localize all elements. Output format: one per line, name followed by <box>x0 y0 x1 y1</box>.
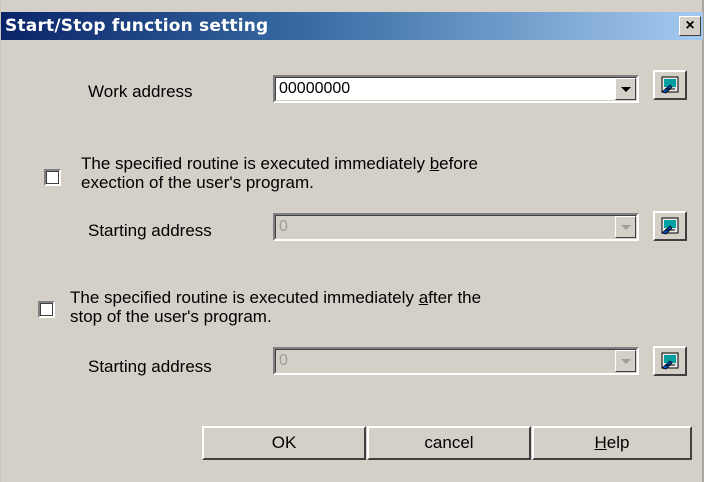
cancel-button[interactable]: cancel <box>367 426 531 460</box>
after-starting-address-combo: 0 <box>273 347 639 375</box>
work-address-combo[interactable]: 00000000 <box>273 75 639 103</box>
close-button[interactable]: × <box>679 16 701 36</box>
after-starting-address-label: Starting address <box>88 357 212 376</box>
work-address-label: Work address <box>88 82 193 101</box>
window-title: Start/Stop function setting <box>5 16 269 36</box>
work-address-browse-button[interactable] <box>653 70 687 100</box>
before-browse-button[interactable] <box>653 211 687 241</box>
title-bar[interactable]: Start/Stop function setting × <box>1 12 703 40</box>
chevron-down-icon <box>615 216 636 238</box>
before-start-checkbox[interactable] <box>44 169 61 186</box>
after-browse-button[interactable] <box>653 346 687 376</box>
after-option-line2[interactable]: stop of the user's program. <box>70 307 272 327</box>
before-starting-address-label: Starting address <box>88 221 212 240</box>
after-stop-checkbox[interactable] <box>38 301 55 318</box>
symbol-browse-icon <box>661 352 679 370</box>
chevron-down-icon[interactable] <box>615 78 636 100</box>
after-starting-address-value: 0 <box>279 352 288 369</box>
work-address-value: 00000000 <box>279 80 351 97</box>
start-stop-dialog: Start/Stop function setting × Work addre… <box>0 0 704 482</box>
after-option-line1[interactable]: The specified routine is executed immedi… <box>70 288 481 308</box>
before-option-line1[interactable]: The specified routine is executed immedi… <box>81 154 478 174</box>
ok-button[interactable]: OK <box>202 426 366 460</box>
before-starting-address-value: 0 <box>279 218 288 235</box>
symbol-browse-icon <box>661 217 679 235</box>
chevron-down-icon <box>615 350 636 372</box>
symbol-browse-icon <box>661 76 679 94</box>
before-option-line2[interactable]: exection of the user's program. <box>81 173 314 193</box>
help-button[interactable]: Help <box>532 426 692 460</box>
before-starting-address-combo: 0 <box>273 213 639 241</box>
